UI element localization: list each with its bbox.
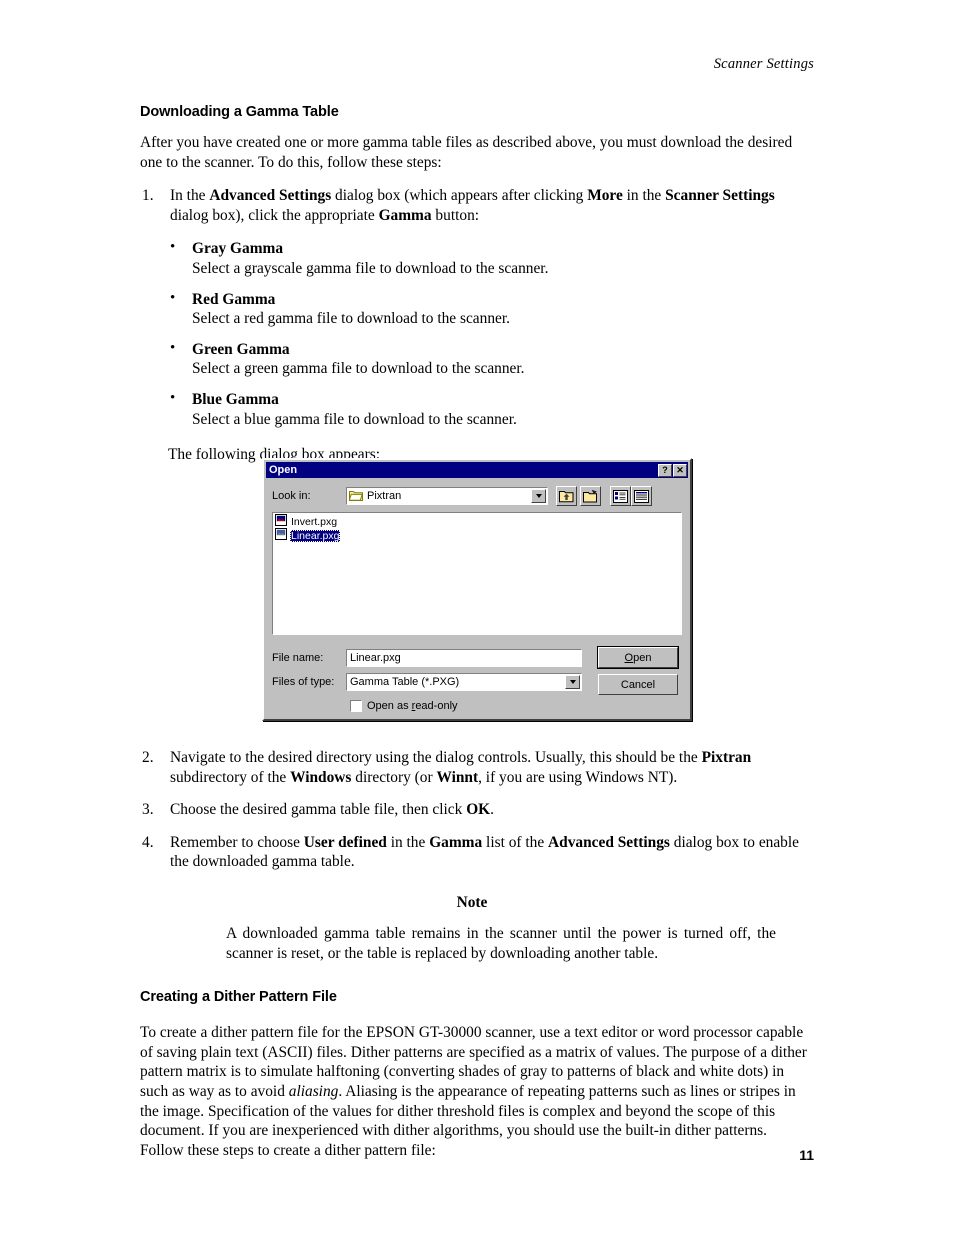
section-heading-dither: Creating a Dither Pattern File [140,989,337,1006]
list-item: • Red Gamma Select a red gamma file to d… [140,290,814,329]
open-button[interactable]: Open [597,646,679,669]
open-as-read-only-label: Open as read-only [367,700,458,712]
chevron-down-icon[interactable] [565,674,580,689]
step-1-text: In the Advanced Settings dialog box (whi… [170,187,775,224]
gamma-option-desc: Select a green gamma file to download to… [192,360,525,378]
steps-list-part1: 1. In the Advanced Settings dialog box (w… [140,186,814,225]
file-icon [275,514,287,529]
look-in-label: Look in: [272,490,311,502]
gamma-option-term: Gray Gamma [192,240,284,258]
details-view-icon[interactable] [631,486,652,506]
file-name-input[interactable]: Linear.pxg [346,648,582,667]
open-as-read-only-checkbox[interactable] [350,700,362,712]
list-item[interactable]: Invert.pxg [275,514,340,529]
document-page: Scanner Settings Downloading a Gamma Tab… [0,0,954,1235]
file-name: Invert.pxg [291,515,338,528]
note-body: A downloaded gamma table remains in the … [226,924,776,962]
step-3: 3. Choose the desired gamma table file, t… [140,800,814,820]
file-name-label: File name: [272,651,324,664]
dither-paragraph: To create a dither pattern file for the … [140,1024,807,1159]
gamma-option-term: Blue Gamma [192,390,279,408]
open-button-label: Open [624,651,652,664]
page-content: Downloading a Gamma Table After you have… [140,104,814,465]
file-name: Linear.pxg [290,529,341,542]
dialog-titlebar[interactable]: Open ? ✕ [266,462,688,478]
files-of-type-row: Files of type: Gamma Table (*.PXG) [272,672,582,691]
step-3-number: 3. [142,801,154,819]
step-1-number: 1. [142,187,154,205]
dialog-toolbar [556,486,652,506]
step-2-number: 2. [142,749,154,766]
look-in-combobox[interactable]: Pixtran [346,487,548,505]
cancel-button[interactable]: Cancel [598,674,678,695]
step-2: 2. Navigate to the desired directory usin… [140,748,814,787]
list-item: • Blue Gamma Select a blue gamma file to… [140,390,814,429]
gamma-options-list: • Gray Gamma Select a grayscale gamma fi… [140,239,814,429]
open-dialog: Open ? ✕ Look in: Pixtran Invert.pxg Lin… [262,458,692,721]
bullet-icon: • [170,239,176,256]
page-number: 11 [799,1147,814,1163]
gamma-option-desc: Select a red gamma file to download to t… [192,310,510,328]
step-4-number: 4. [142,833,154,851]
note-block: Note A downloaded gamma table remains in… [140,894,814,963]
running-head: Scanner Settings [713,56,814,72]
up-one-level-icon[interactable] [556,486,577,506]
new-folder-icon[interactable] [580,486,601,506]
file-icon [275,528,287,543]
open-as-read-only-row[interactable]: Open as read-only [350,700,458,712]
files-of-type-combobox[interactable]: Gamma Table (*.PXG) [346,672,582,691]
steps-list-part2: 2. Navigate to the desired directory usin… [140,748,814,872]
step-4: 4. Remember to choose User defined in the… [140,833,814,872]
note-title: Note [456,893,488,911]
intro-paragraph: After you have created one or more gamma… [140,134,793,171]
look-in-row: Look in: Pixtran [272,486,682,506]
page-title: Downloading a Gamma Table [140,104,339,120]
bullet-icon: • [170,389,176,406]
files-of-type-label: Files of type: [272,675,335,688]
page-content-lower: 2. Navigate to the desired directory usin… [140,740,814,1174]
look-in-value: Pixtran [367,490,402,502]
chevron-down-icon[interactable] [531,489,546,503]
folder-open-icon [348,489,363,504]
list-view-icon[interactable] [610,486,631,506]
file-list[interactable]: Invert.pxg Linear.pxg [272,512,682,635]
list-item: • Gray Gamma Select a grayscale gamma fi… [140,239,814,278]
bullet-icon: • [170,339,176,356]
gamma-option-desc: Select a grayscale gamma file to downloa… [192,259,549,277]
step-3-text: Choose the desired gamma table file, the… [170,801,494,819]
help-button[interactable]: ? [658,463,672,477]
gamma-option-term: Green Gamma [192,340,290,358]
close-icon[interactable]: ✕ [673,463,687,477]
file-name-row: File name: Linear.pxg [272,648,582,667]
gamma-option-term: Red Gamma [192,290,276,308]
step-1: 1. In the Advanced Settings dialog box (w… [140,186,814,225]
cancel-button-label: Cancel [620,678,656,691]
step-2-text: Navigate to the desired directory using … [170,749,752,786]
bullet-icon: • [170,289,176,306]
list-item: • Green Gamma Select a green gamma file … [140,340,814,379]
list-item[interactable]: Linear.pxg [275,528,342,543]
dialog-title: Open [269,464,298,476]
file-name-value: Linear.pxg [350,651,401,664]
step-4-text: Remember to choose User defined in the G… [170,833,799,871]
files-of-type-value: Gamma Table (*.PXG) [350,675,460,688]
gamma-option-desc: Select a blue gamma file to download to … [192,410,517,428]
